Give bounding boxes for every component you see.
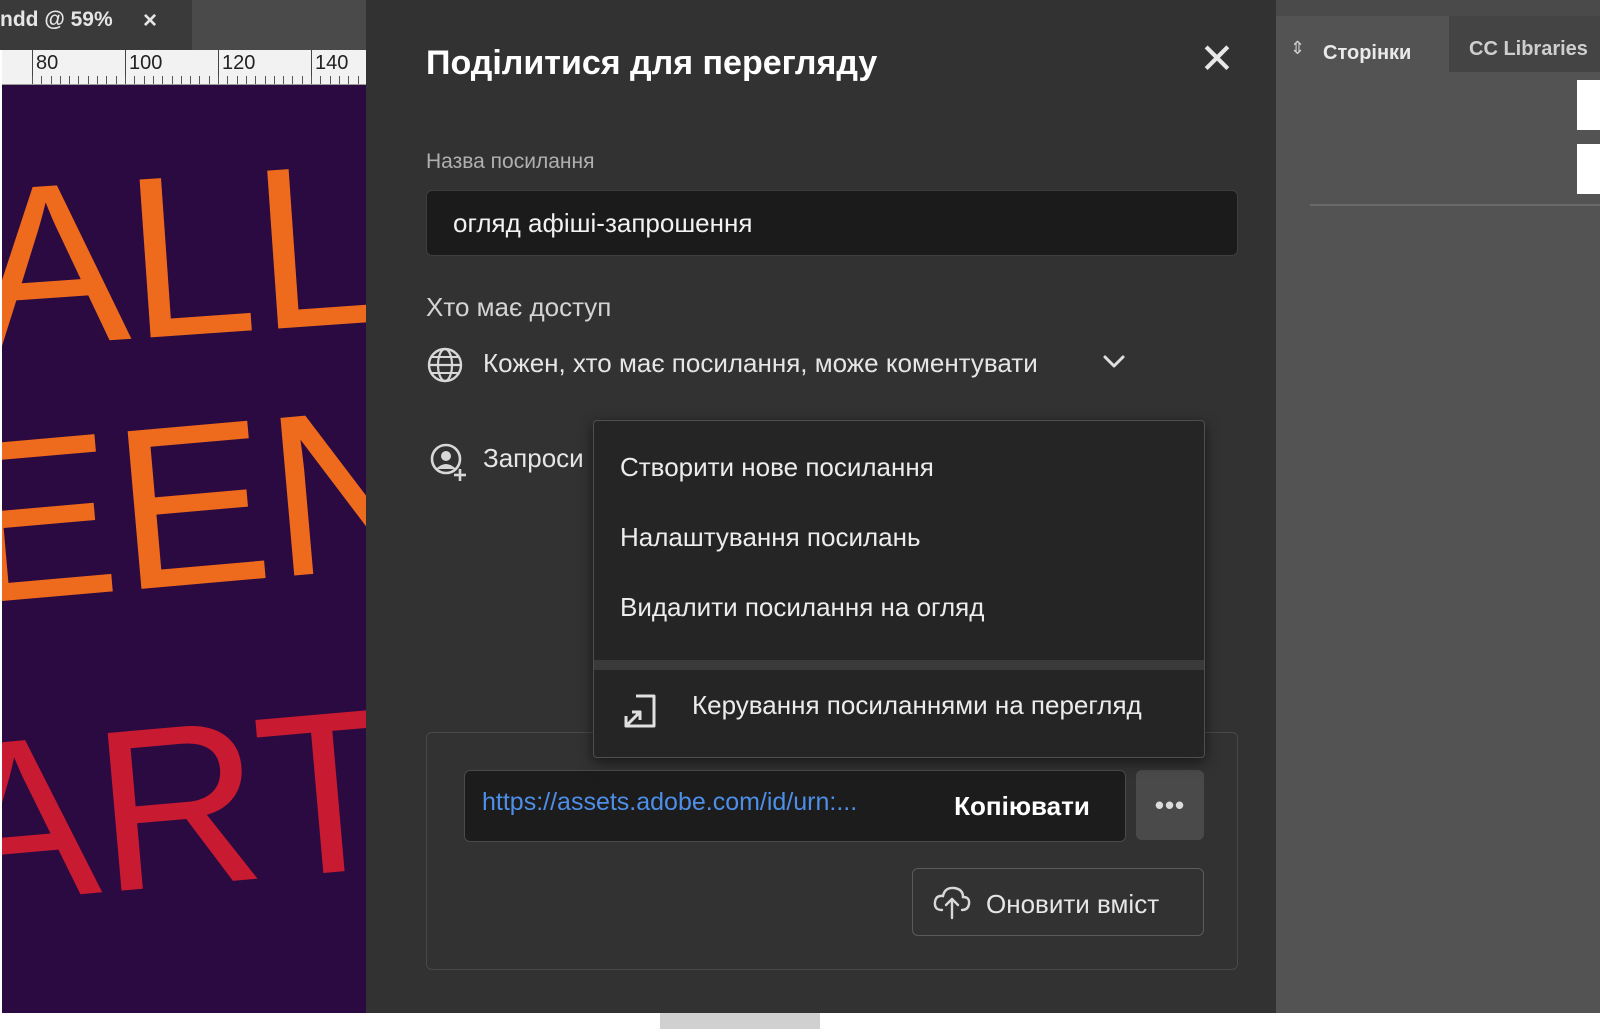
ruler-minor-tick [153,76,154,84]
menu-item-link-settings[interactable]: Налаштування посилань [594,507,1204,567]
link-name-input[interactable] [426,190,1238,256]
ruler-minor-tick [218,76,219,84]
ruler-minor-tick [60,76,61,84]
menu-item-create-new-link[interactable]: Створити нове посилання [594,437,1204,497]
ruler-minor-tick [330,76,331,84]
ruler-minor-tick [227,76,228,84]
menu-item-delete-review-link[interactable]: Видалити посилання на огляд [594,577,1204,637]
ruler-minor-tick [246,76,247,84]
ruler-minor-tick [51,76,52,84]
more-icon[interactable]: ••• [1136,790,1204,821]
ruler-minor-tick [69,76,70,84]
page-thumbnail[interactable] [1577,80,1600,130]
canvas-text-line: ARTY [2,645,366,954]
scrollbar-thumb[interactable] [660,1013,820,1029]
review-url-link[interactable]: https://assets.adobe.com/id/urn:... [482,788,912,817]
menu-separator [594,660,1204,670]
ruler-label: 100 [129,52,163,74]
globe-icon [426,346,464,389]
access-dropdown[interactable]: Кожен, хто має посилання, може коментува… [483,348,1038,379]
cloud-upload-icon [932,884,972,925]
ruler-minor-tick [339,76,340,84]
right-panel [1276,0,1600,1013]
access-label: Хто має доступ [426,292,612,322]
ruler-minor-tick [125,76,126,84]
ruler-minor-tick [162,76,163,84]
ruler-minor-tick [106,76,107,84]
ruler-minor-tick [134,76,135,84]
page-thumbnail[interactable] [1577,144,1600,194]
ruler-minor-tick [292,76,293,84]
ruler-minor-tick [181,76,182,84]
ruler-minor-tick [274,76,275,84]
ruler-minor-tick [144,76,145,84]
document-tab-title[interactable]: ndd @ 59% [0,8,113,32]
ruler-minor-tick [358,76,359,84]
ruler-minor-tick [209,76,210,84]
ruler-minor-tick [283,76,284,84]
ruler-minor-tick [97,76,98,84]
document-window: ndd @ 59% × 80 100 120 140 ALLO EEN ARTY [0,0,366,1033]
copy-button[interactable]: Копіювати [942,778,1102,834]
ruler-minor-tick [116,76,117,84]
pages-icon: ⇕ [1290,38,1306,58]
canvas-text-line: ALLO [2,101,366,398]
ruler-minor-tick [190,76,191,84]
invite-label[interactable]: Запроси [483,443,584,474]
ruler-minor-tick [255,76,256,84]
ruler-minor-tick [41,76,42,84]
ruler-minor-tick [311,76,312,84]
ruler-minor-tick [199,76,200,84]
ruler-minor-tick [88,76,89,84]
ruler-minor-tick [302,76,303,84]
dialog-title: Поділитися для перегляду [426,44,878,82]
add-person-icon[interactable] [428,443,470,488]
ruler-minor-tick [78,76,79,84]
tab-cc-libraries-label[interactable]: CC Libraries [1469,38,1588,61]
open-external-icon [620,692,660,735]
tab-pages-label[interactable]: Сторінки [1323,42,1411,65]
ruler-minor-tick [237,76,238,84]
menu-item-manage-review-links[interactable]: Керування посиланнями на перегляд [692,690,1142,721]
ruler-label: 140 [315,52,349,74]
ruler-label: 80 [36,52,59,74]
ruler-minor-tick [265,76,266,84]
link-name-label: Назва посилання [426,150,595,173]
chevron-down-icon[interactable] [1102,351,1126,376]
horizontal-ruler[interactable]: 80 100 120 140 [2,50,366,85]
ruler-label: 120 [222,52,256,74]
panel-divider [1310,204,1600,206]
ruler-minor-tick [172,76,173,84]
update-content-label[interactable]: Оновити вміст [986,889,1159,920]
ruler-minor-tick [320,76,321,84]
ruler-minor-tick [348,76,349,84]
close-tab-icon[interactable]: × [143,7,157,35]
ruler-minor-tick [32,76,33,84]
document-canvas[interactable]: ALLO EEN ARTY [2,85,366,1013]
panel-header [1276,0,1600,16]
close-icon[interactable]: ✕ [1196,38,1238,80]
canvas-text-line: EEN [2,355,366,652]
